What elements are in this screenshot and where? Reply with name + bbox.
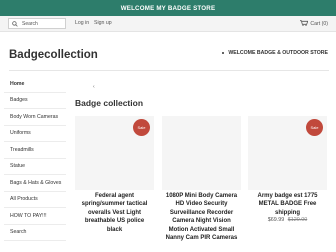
product-price: $69.99 $120.00 [248, 217, 327, 223]
sale-badge: Sale [306, 119, 323, 136]
product-title[interactable]: Army badge est 1775 METAL BADGE Free shi… [248, 192, 327, 217]
original-price: $120.00 [287, 217, 308, 224]
top-bar: Log in Sign up Cart (0) [0, 16, 336, 32]
header-divider [9, 70, 329, 71]
announcement-text: WELCOME MY BADGE STORE [120, 4, 216, 12]
signup-link[interactable]: Sign up [94, 20, 112, 26]
cart-label: Cart (0) [310, 21, 328, 27]
sidebar-nav: Home Badges Body Worn Cameras Uniforms T… [4, 76, 66, 241]
nav-welcome-link[interactable]: WELCOME BADGE & OUTDOOR STORE [222, 50, 328, 56]
bullet-icon [222, 52, 225, 54]
sidebar-item-statue[interactable]: Statue [4, 159, 66, 175]
product-title[interactable]: Federal agent spring/summer tactical ove… [75, 192, 154, 234]
announcement-bar: WELCOME MY BADGE STORE [0, 0, 336, 16]
sale-badge: Sale [133, 119, 150, 136]
sidebar-item-treadmills[interactable]: Treadmills [4, 142, 66, 159]
site-logo[interactable]: Badgecollection [9, 49, 98, 61]
sidebar-item-all-products[interactable]: All Products [4, 192, 66, 208]
product-image[interactable]: Sale [248, 116, 327, 190]
product-card[interactable]: 1080P Mini Body Camera HD Video Security… [162, 116, 241, 242]
sidebar-item-search[interactable]: Search [4, 225, 66, 241]
product-card[interactable]: Sale Army badge est 1775 METAL BADGE Fre… [248, 116, 327, 223]
search-form [8, 18, 66, 29]
product-title[interactable]: 1080P Mini Body Camera HD Video Security… [162, 192, 241, 242]
product-card[interactable]: Sale Federal agent spring/summer tactica… [75, 116, 154, 234]
sale-price: $69.99 [267, 217, 285, 224]
page-title: Badge collection [75, 98, 144, 108]
sidebar-item-how-to-pay[interactable]: HOW TO PAY!!! [4, 208, 66, 225]
sidebar-item-badges[interactable]: Badges [4, 93, 66, 109]
cart-link[interactable]: Cart (0) [300, 20, 328, 28]
product-image[interactable]: Sale [75, 116, 154, 190]
search-icon[interactable] [11, 20, 19, 28]
cart-icon [300, 20, 309, 28]
breadcrumb-back-icon[interactable]: ‹ [93, 84, 95, 90]
search-input[interactable] [19, 20, 63, 27]
sidebar-item-home[interactable]: Home [4, 76, 66, 93]
product-image[interactable] [162, 116, 241, 190]
nav-welcome-label: WELCOME BADGE & OUTDOOR STORE [228, 50, 328, 56]
sidebar-item-bags-hats-gloves[interactable]: Bags & Hats & Gloves [4, 175, 66, 192]
sidebar-item-body-worn-cameras[interactable]: Body Worn Cameras [4, 109, 66, 126]
login-link[interactable]: Log in [75, 20, 89, 26]
sidebar-item-uniforms[interactable]: Uniforms [4, 126, 66, 142]
